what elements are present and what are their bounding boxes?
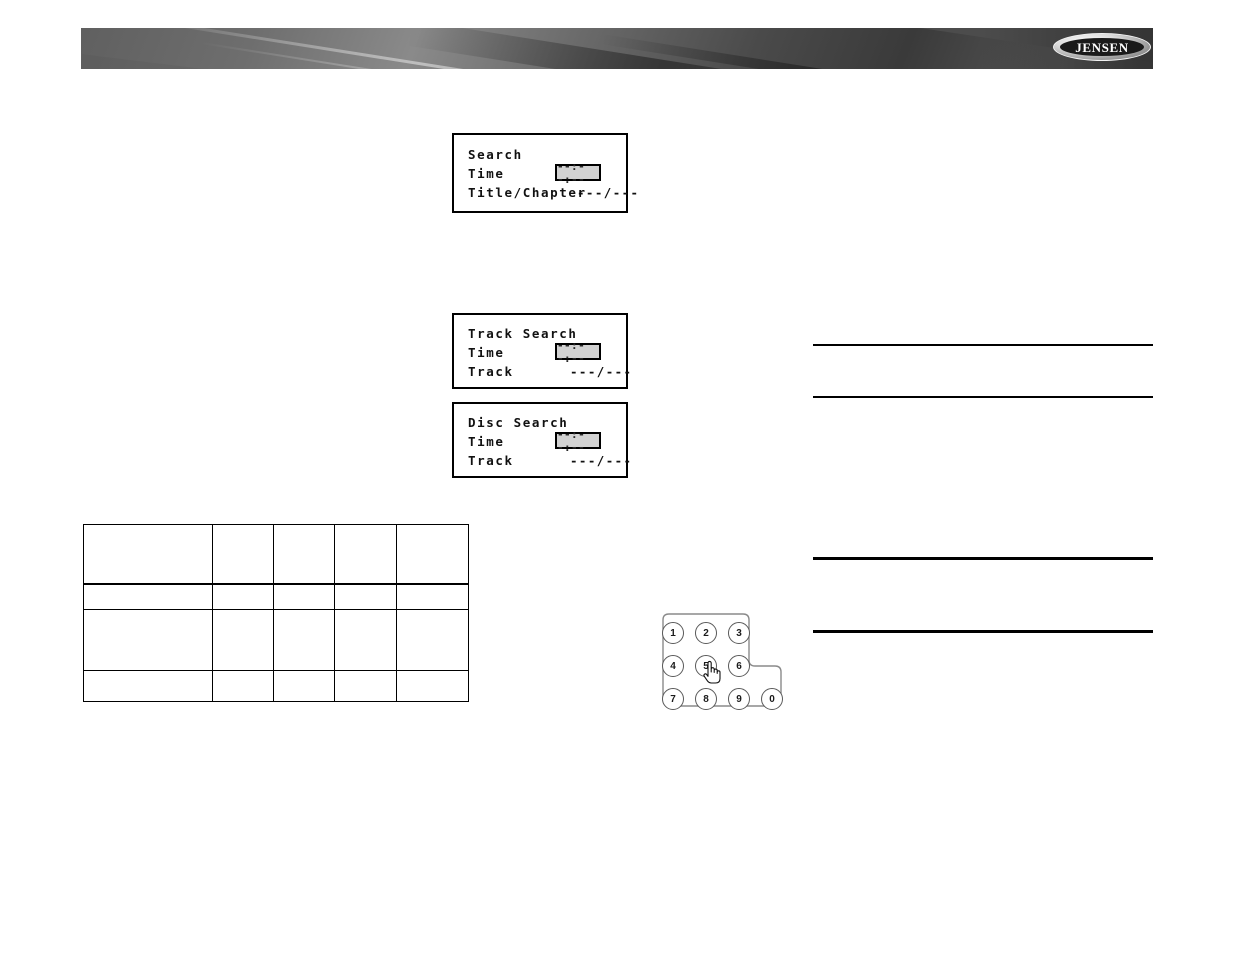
osd-search-time-field[interactable]: --:--:-- <box>555 160 601 186</box>
table-cell <box>334 524 397 585</box>
spec-table <box>83 524 469 702</box>
keypad-key-9[interactable]: 9 <box>728 688 750 710</box>
table-cell <box>83 524 213 585</box>
osd-search-time-label: Time <box>468 166 505 181</box>
osd-disc-track-label: Track <box>468 453 514 468</box>
table-cell <box>273 670 335 702</box>
table-row <box>83 670 469 702</box>
table-cell <box>83 670 213 702</box>
numeric-keypad-diagram: 1 2 3 4 5 6 7 8 9 0 <box>657 612 787 712</box>
table-cell <box>334 609 397 671</box>
table-row <box>83 583 469 610</box>
table-cell <box>83 583 213 610</box>
header-banner <box>81 28 1153 69</box>
osd-track-time-label: Time <box>468 345 505 360</box>
keypad-key-4[interactable]: 4 <box>662 655 684 677</box>
banner-streak-lower <box>81 54 976 69</box>
osd-track-time-field[interactable]: --:--:-- <box>555 339 601 365</box>
osd-panel-track-search: Track Search Time --:--:-- Track ---/--- <box>452 313 631 389</box>
osd-search-title: Search <box>468 147 523 162</box>
logo-wordmark: JENSEN <box>1075 39 1129 55</box>
banner-gradient <box>81 28 1153 69</box>
jensen-logo: JENSEN <box>1053 33 1151 61</box>
osd-search-titlechapter-label: Title/Chapter <box>468 185 587 200</box>
table-cell <box>396 670 469 702</box>
banner-shadow-band-2 <box>600 34 1116 69</box>
table-cell <box>212 524 274 585</box>
keypad-key-0[interactable]: 0 <box>761 688 783 710</box>
keypad-key-3[interactable]: 3 <box>728 622 750 644</box>
keypad-key-5[interactable]: 5 <box>695 655 717 677</box>
keypad-key-8[interactable]: 8 <box>695 688 717 710</box>
banner-shadow-band <box>408 28 967 69</box>
banner-highlight-1 <box>140 28 833 69</box>
table-cell <box>273 609 335 671</box>
table-row <box>83 609 469 671</box>
osd-disc-time-field[interactable]: --:--:-- <box>555 428 601 454</box>
osd-track-number-label: Track <box>468 364 514 379</box>
table-cell <box>212 670 274 702</box>
keypad-key-1[interactable]: 1 <box>662 622 684 644</box>
keypad-key-2[interactable]: 2 <box>695 622 717 644</box>
section-rule-top-1 <box>813 344 1153 346</box>
osd-disc-track-value: ---/--- <box>570 453 633 468</box>
table-cell <box>334 670 397 702</box>
table-cell <box>212 583 274 610</box>
section-rule-bottom-2 <box>813 630 1153 633</box>
logo-inner-oval: JENSEN <box>1060 38 1144 56</box>
table-cell <box>212 609 274 671</box>
table-header-row <box>83 524 469 585</box>
osd-panel-search: Search Time --:--:-- Title/Chapter ---/-… <box>452 133 638 213</box>
keypad-key-6[interactable]: 6 <box>728 655 750 677</box>
osd-disc-title: Disc Search <box>468 415 569 430</box>
table-cell <box>273 583 335 610</box>
section-rule-top-2 <box>813 396 1153 398</box>
table-cell <box>396 524 469 585</box>
table-cell <box>396 583 469 610</box>
keypad-key-7[interactable]: 7 <box>662 688 684 710</box>
table-cell <box>83 609 213 671</box>
osd-track-number-value: ---/--- <box>570 364 633 379</box>
banner-highlight-2 <box>200 42 814 69</box>
osd-search-titlechapter-value: ---/--- <box>577 185 640 200</box>
table-cell <box>273 524 335 585</box>
osd-panel-disc-search: Disc Search Time --:--:-- Track ---/--- <box>452 402 631 478</box>
osd-disc-time-label: Time <box>468 434 505 449</box>
section-rule-bottom-1 <box>813 557 1153 560</box>
spec-table-grid <box>83 524 469 702</box>
table-cell <box>334 583 397 610</box>
table-cell <box>396 609 469 671</box>
